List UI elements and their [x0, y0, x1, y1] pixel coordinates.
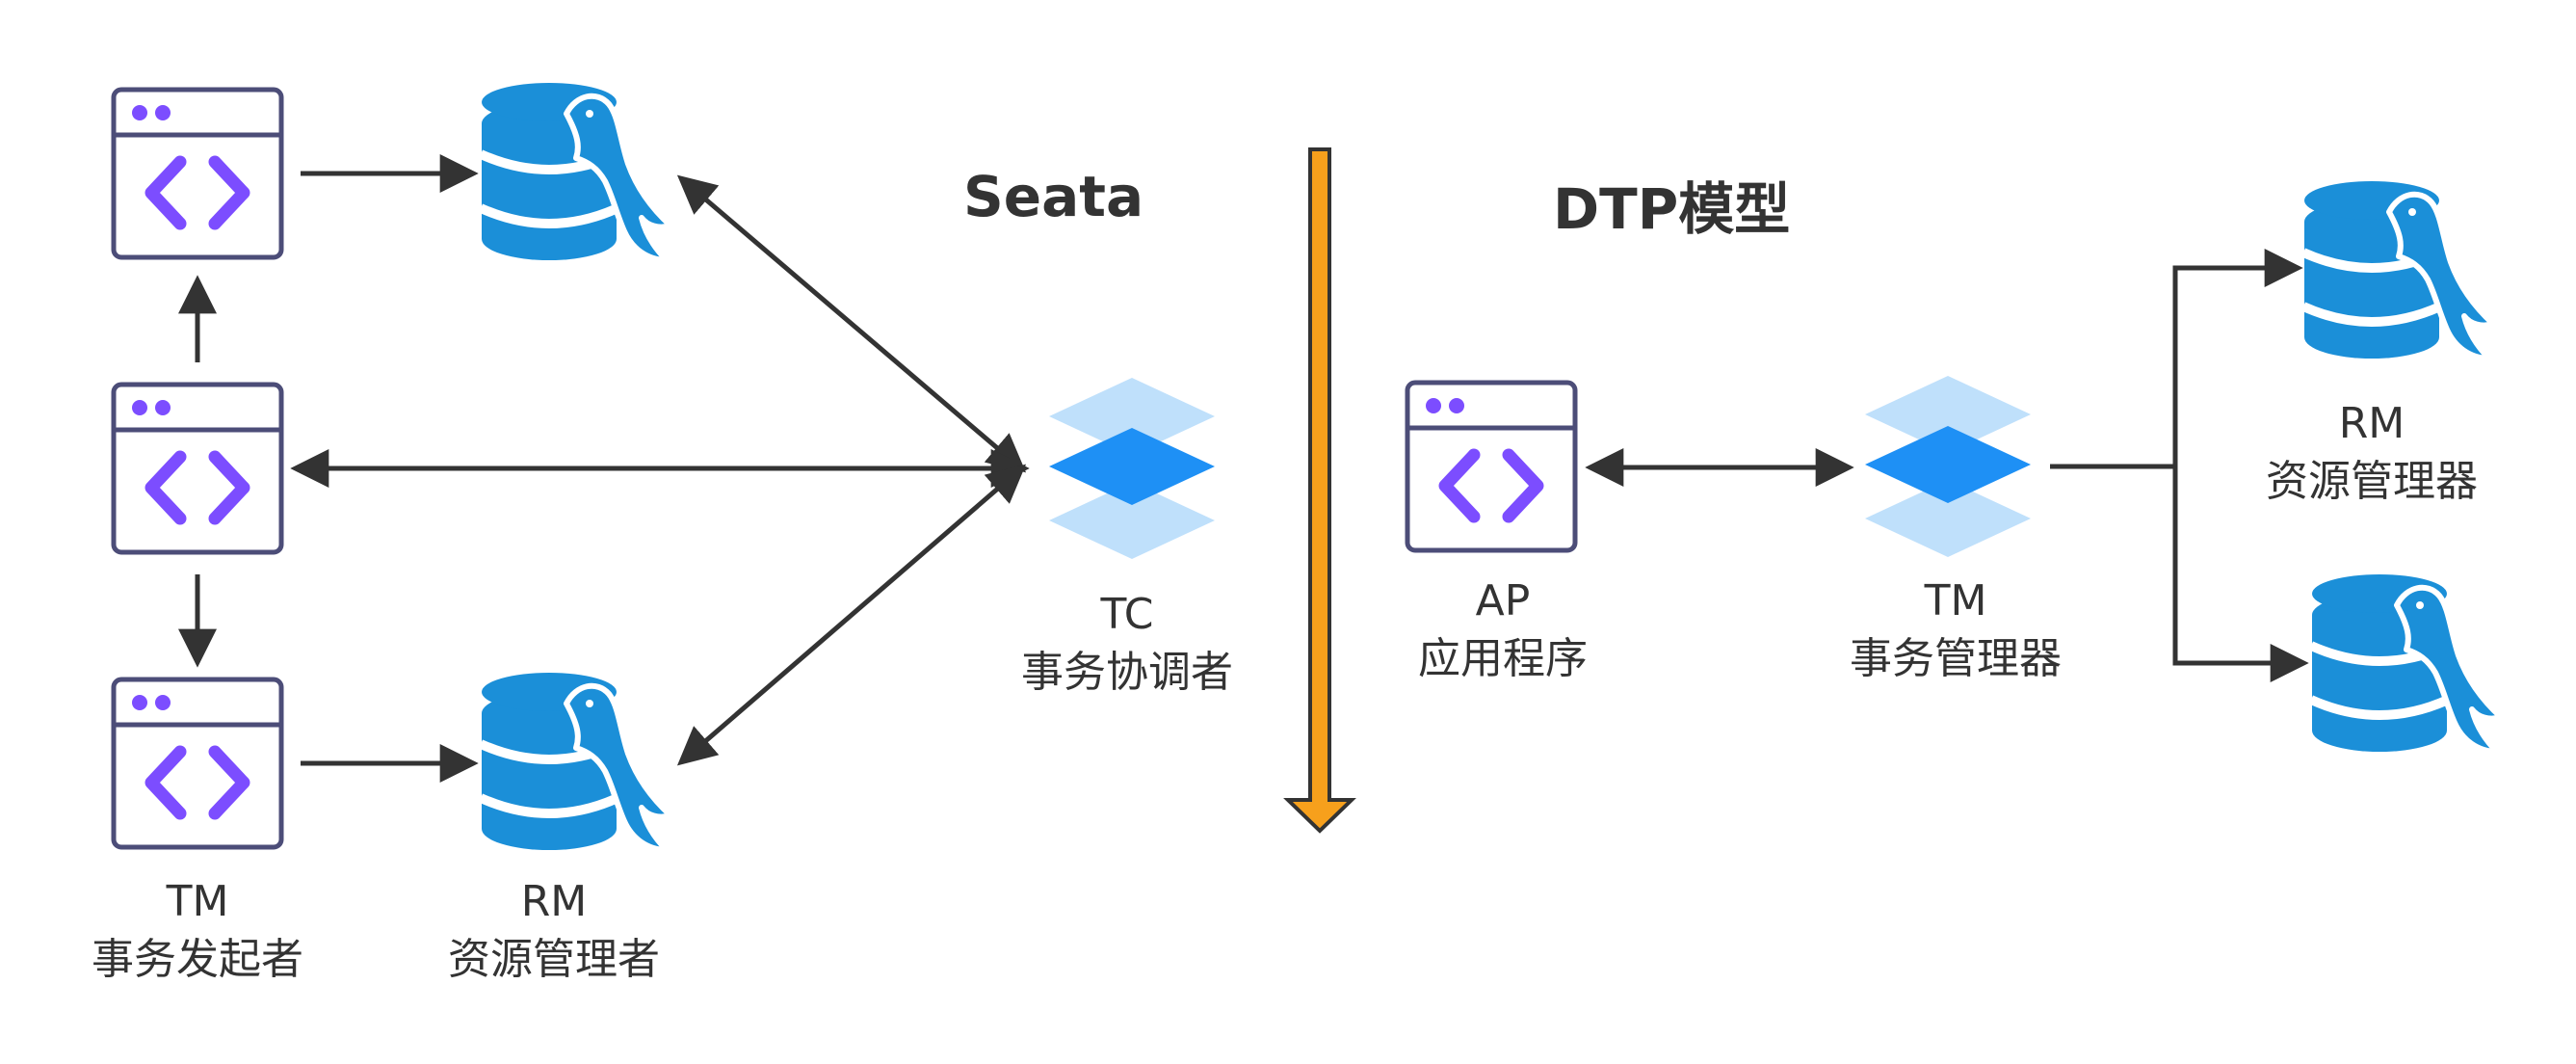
seata-tm-window-bottom: [114, 679, 281, 847]
seata-rm-name: 资源管理者: [448, 935, 660, 984]
seata-title: Seata: [963, 164, 1144, 229]
dtp-rm-abbr: RM: [2338, 399, 2405, 448]
seata-tm-window-top: [114, 90, 281, 257]
dtp-ap-abbr: AP: [1475, 576, 1531, 625]
seata-dtp-diagram: [0, 0, 2576, 1064]
dtp-rm-name: 资源管理器: [2266, 457, 2478, 506]
divider-arrow: [1283, 147, 1356, 834]
dtp-rm-database-bottom: [2311, 574, 2501, 752]
dtp-tm-abbr: TM: [1924, 576, 1987, 625]
seata-rm-label: RM 资源管理者: [400, 873, 708, 989]
seata-rm-database-top: [481, 83, 670, 260]
dtp-ap-label: AP 应用程序: [1349, 572, 1657, 688]
arrow-tc-to-rm-bottom: [676, 464, 1027, 766]
dtp-tm-name: 事务管理器: [1850, 634, 2062, 683]
dtp-ap-name: 应用程序: [1418, 634, 1588, 683]
seata-tc-name: 事务协调者: [1021, 648, 1233, 697]
seata-tm-abbr: TM: [166, 877, 229, 926]
dtp-title: DTP模型: [1553, 176, 1791, 242]
seata-tm-window-middle: [114, 385, 281, 552]
dtp-tm-label: TM 事务管理器: [1801, 572, 2110, 688]
dtp-ap-window: [1407, 383, 1575, 550]
dtp-tm-layers-icon: [1865, 376, 2031, 557]
seata-rm-database-bottom: [481, 673, 670, 850]
seata-rm-abbr: RM: [520, 877, 588, 926]
seata-tc-label: TC 事务协调者: [973, 586, 1281, 702]
seata-tm-name: 事务发起者: [92, 935, 303, 984]
seata-tc-abbr: TC: [1100, 590, 1154, 639]
dtp-rm-database-top: [2303, 181, 2493, 359]
seata-tc-layers-icon: [1049, 378, 1215, 559]
dtp-rm-label: RM 资源管理器: [2218, 395, 2526, 511]
seata-tm-label: TM 事务发起者: [43, 873, 352, 989]
